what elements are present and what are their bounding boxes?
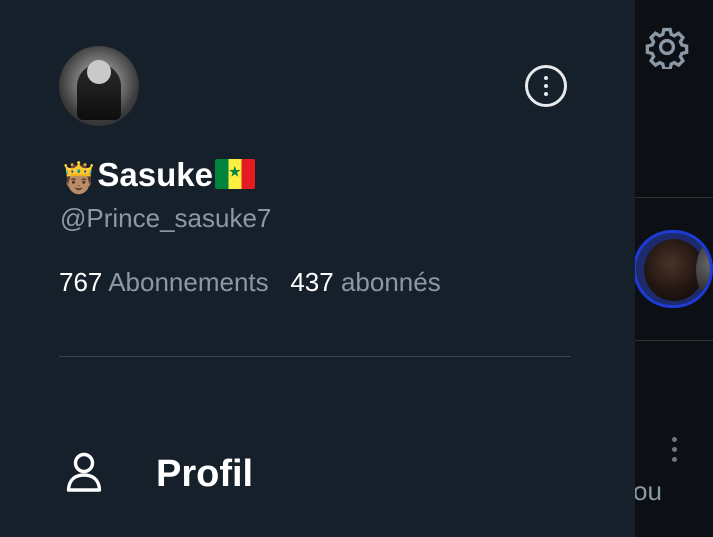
- profile-avatar[interactable]: [59, 46, 139, 126]
- background-story-avatars[interactable]: [633, 230, 713, 308]
- avatar-head: [87, 60, 111, 84]
- followers-label: abonnés: [340, 267, 441, 297]
- followers-link[interactable]: 437 abonnés: [290, 267, 440, 297]
- crown-emoji-icon: 🤴🏽: [60, 162, 98, 195]
- background-divider: [635, 340, 713, 341]
- account-options-button[interactable]: [525, 65, 567, 107]
- background-partial-text: ou: [633, 476, 662, 506]
- story-avatar: [696, 239, 710, 301]
- followers-count: 437: [290, 267, 334, 297]
- menu-item-profile[interactable]: Profil: [60, 445, 500, 505]
- user-handle[interactable]: @Prince_sasuke7: [60, 203, 271, 234]
- drawer-divider: [59, 356, 571, 357]
- settings-gear-icon[interactable]: [645, 25, 689, 69]
- display-name-text: Sasuke: [97, 156, 213, 193]
- following-link[interactable]: 767 Abonnements: [59, 267, 269, 297]
- senegal-flag-icon: [214, 159, 255, 189]
- menu-item-label: Profil: [156, 453, 254, 495]
- story-avatar: [644, 239, 704, 301]
- display-name[interactable]: 🤴🏽Sasuke: [60, 156, 255, 196]
- background-divider: [635, 197, 713, 198]
- side-drawer: 🤴🏽Sasuke @Prince_sasuke7 767 Abonnements…: [0, 0, 635, 537]
- following-count: 767: [59, 267, 103, 297]
- following-label: Abonnements: [108, 267, 269, 297]
- follow-stats: 767 Abonnements 437 abonnés: [59, 267, 441, 298]
- person-icon: [66, 452, 102, 492]
- more-vertical-icon[interactable]: [671, 437, 679, 465]
